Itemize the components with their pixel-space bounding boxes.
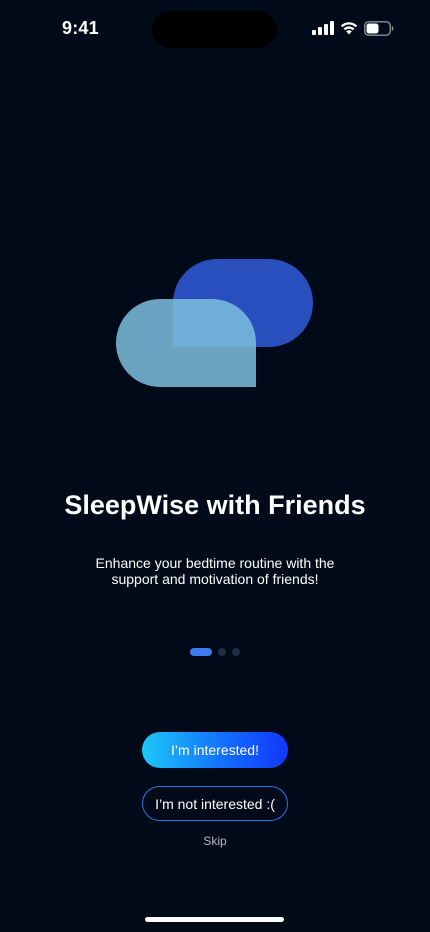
home-indicator — [145, 917, 284, 922]
dynamic-island — [152, 11, 277, 48]
wifi-icon — [340, 22, 358, 35]
status-time: 9:41 — [62, 18, 99, 38]
onboarding-title: SleepWise with Friends — [64, 490, 366, 520]
battery-icon — [364, 20, 394, 36]
interested-button[interactable]: I’m interested! — [142, 732, 288, 768]
onboarding-screen: 9:41 SleepWise with Friends Enhance your… — [0, 0, 430, 932]
status-bar: 9:41 — [0, 0, 430, 56]
skip-link[interactable]: Skip — [0, 834, 430, 848]
page-dot — [232, 648, 240, 656]
chat-bubble-front — [116, 299, 256, 387]
not-interested-button[interactable]: I’m not interested :( — [142, 786, 288, 821]
page-dot — [218, 648, 226, 656]
page-dot-active — [190, 648, 212, 656]
friends-chat-illustration — [116, 258, 314, 388]
status-icons — [312, 20, 394, 36]
onboarding-subtitle: Enhance your bedtime routine with the su… — [95, 555, 335, 587]
cellular-signal-icon — [312, 21, 334, 35]
page-indicator — [190, 648, 240, 656]
